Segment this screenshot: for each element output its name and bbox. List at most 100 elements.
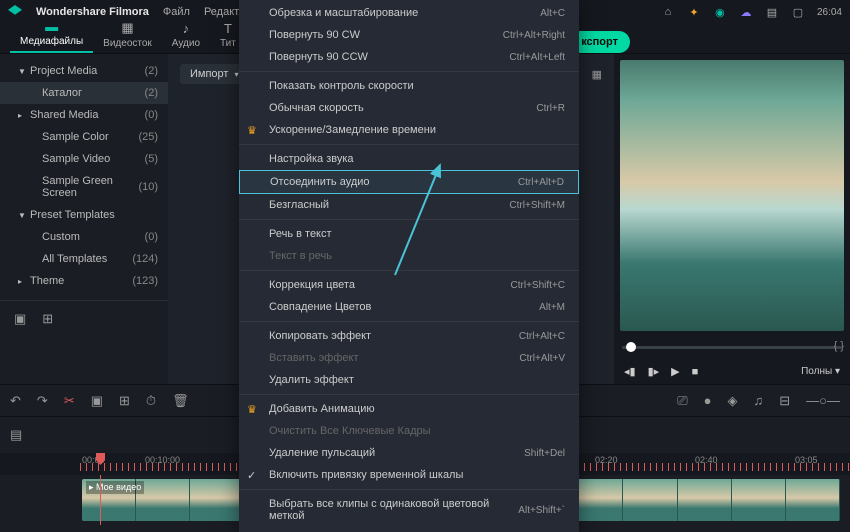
context-menu-item[interactable]: Повернуть 90 CCWCtrl+Alt+Left bbox=[239, 46, 579, 68]
preview-slider[interactable]: { } bbox=[622, 341, 842, 355]
sidebar-item-label: Preset Templates bbox=[30, 209, 158, 221]
context-menu-item[interactable]: Обычная скоростьCtrl+R bbox=[239, 97, 579, 119]
layers-icon[interactable]: ▤ bbox=[10, 427, 22, 443]
sidebar-item[interactable]: ▸Shared Media(0) bbox=[0, 104, 168, 126]
file-icon[interactable]: ▤ bbox=[765, 5, 779, 19]
cut-icon[interactable]: ✂ bbox=[64, 393, 75, 409]
sidebar-item[interactable]: ▸Theme(123) bbox=[0, 270, 168, 292]
context-menu-item[interactable]: Речь в текст bbox=[239, 223, 579, 245]
stop-icon[interactable]: ■ bbox=[692, 366, 699, 378]
menu-item-label: Безгласный bbox=[269, 199, 509, 211]
sidebar-item-label: Project Media bbox=[30, 65, 145, 77]
bulb-icon[interactable]: ✦ bbox=[687, 5, 701, 19]
context-menu-item[interactable]: ✓Включить привязку временной шкалы bbox=[239, 464, 579, 486]
sidebar-item-label: Sample Color bbox=[42, 131, 138, 143]
preview-video[interactable] bbox=[620, 60, 844, 331]
menu-item-label: Обычная скорость bbox=[269, 102, 536, 114]
new-folder-icon[interactable]: ⊞ bbox=[42, 311, 53, 327]
prev-frame-icon[interactable]: ◂▮ bbox=[624, 365, 636, 378]
adjust-icon[interactable]: ⊟ bbox=[779, 393, 790, 409]
context-menu-item: Очистить Все Ключевые Кадры bbox=[239, 420, 579, 442]
menu-item-shortcut: Ctrl+Alt+D bbox=[518, 177, 564, 188]
menu-item-label: Удаление пульсаций bbox=[269, 447, 524, 459]
context-menu-item[interactable]: Удалить эффект bbox=[239, 369, 579, 391]
menu-item-label: Показать контроль скорости bbox=[269, 80, 565, 92]
folder-icon: ▬ bbox=[45, 19, 58, 34]
trash-icon[interactable]: 🗑 bbox=[172, 393, 189, 409]
sidebar-item[interactable]: ▼Preset Templates bbox=[0, 204, 168, 226]
context-menu-item[interactable]: Совпадение ЦветовAlt+M bbox=[239, 296, 579, 318]
menu-item-label: Вставить эффект bbox=[269, 352, 519, 364]
disclosure-icon: ▼ bbox=[18, 67, 26, 76]
sidebar-item-count: (0) bbox=[145, 231, 158, 243]
sidebar-item[interactable]: Каталог(2) bbox=[0, 82, 168, 104]
grid-icon[interactable]: ⊞ bbox=[119, 393, 130, 409]
undo-icon[interactable]: ↶ bbox=[10, 393, 21, 409]
tab-audio[interactable]: ♪ Аудио bbox=[162, 19, 210, 53]
playhead[interactable] bbox=[100, 475, 101, 525]
context-menu-item[interactable]: ♛ Добавить Анимацию bbox=[239, 398, 579, 420]
sidebar-item-label: Каталог bbox=[42, 87, 145, 99]
sidebar-item[interactable]: Sample Green Screen(10) bbox=[0, 170, 168, 204]
tab-videostock[interactable]: ▦ Видеосток bbox=[93, 18, 162, 53]
context-menu-item[interactable]: Коррекция цветаCtrl+Shift+C bbox=[239, 274, 579, 296]
play-icon[interactable]: ▶ bbox=[671, 365, 679, 378]
ruler-tick: 02:20 bbox=[595, 455, 618, 465]
context-menu-item[interactable]: Отсоединить аудиоCtrl+Alt+D bbox=[239, 170, 579, 194]
context-menu-item[interactable]: Настройка звука bbox=[239, 148, 579, 170]
speed-icon[interactable]: ⏱ bbox=[146, 393, 156, 409]
zoom-slider[interactable]: —○— bbox=[806, 393, 840, 408]
grid-icon[interactable]: ▦ bbox=[592, 68, 602, 81]
mixer-icon[interactable]: ⎚ bbox=[677, 393, 687, 409]
preview-quality-dropdown[interactable]: Полны ▾ bbox=[801, 366, 840, 377]
sidebar-item[interactable]: ▼ Project Media(2) bbox=[0, 60, 168, 82]
step-back-icon[interactable]: ▮▸ bbox=[648, 365, 660, 378]
music-icon: ♪ bbox=[183, 21, 190, 36]
menu-item-shortcut: Alt+M bbox=[539, 302, 565, 313]
menu-file[interactable]: Файл bbox=[163, 6, 190, 18]
redo-icon[interactable]: ↷ bbox=[37, 393, 48, 409]
context-menu-item[interactable]: Обрезка и масштабированиеAlt+C bbox=[239, 2, 579, 24]
monitor-icon[interactable]: ▢ bbox=[791, 5, 805, 19]
sidebar-item-label: Shared Media bbox=[30, 109, 145, 121]
film-icon: ▦ bbox=[121, 20, 133, 36]
context-menu-item[interactable]: Показать контроль скорости bbox=[239, 75, 579, 97]
sidebar: ▼ Project Media(2) Каталог(2)▸Shared Media… bbox=[0, 54, 168, 384]
menu-item-label: Добавить Анимацию bbox=[269, 403, 565, 415]
context-menu-item[interactable]: Копировать эффектCtrl+Alt+C bbox=[239, 325, 579, 347]
menu-item-label: Ускорение/Замедление времени bbox=[269, 124, 565, 136]
crown-icon: ♛ bbox=[247, 124, 257, 137]
sidebar-item-label: Sample Video bbox=[42, 153, 145, 165]
menu-item-shortcut: Ctrl+R bbox=[536, 103, 565, 114]
cloud-icon[interactable]: ☁ bbox=[739, 5, 753, 19]
context-menu-item[interactable]: Удаление пульсацийShift+Del bbox=[239, 442, 579, 464]
crown-icon: ♛ bbox=[247, 403, 257, 416]
menu-item-label: Речь в текст bbox=[269, 228, 565, 240]
context-menu-item[interactable]: Повернуть 90 CWCtrl+Alt+Right bbox=[239, 24, 579, 46]
headphones-icon[interactable]: ◉ bbox=[713, 5, 727, 19]
mic-icon[interactable]: ● bbox=[704, 393, 712, 408]
bin-icon[interactable]: ▣ bbox=[14, 311, 26, 327]
context-menu-item: Текст в речь bbox=[239, 245, 579, 267]
context-menu-item: Вставить эффектCtrl+Alt+V bbox=[239, 347, 579, 369]
crop-icon[interactable]: ▣ bbox=[91, 393, 103, 409]
sidebar-item-count: (2) bbox=[145, 65, 158, 77]
context-menu-item[interactable]: БезгласныйCtrl+Shift+M bbox=[239, 194, 579, 216]
ruler-tick: 02:40 bbox=[695, 455, 718, 465]
sidebar-item[interactable]: Custom(0) bbox=[0, 226, 168, 248]
sidebar-item[interactable]: All Templates(124) bbox=[0, 248, 168, 270]
context-menu-item[interactable]: Выбрать все клипы с одинаковой цветовой … bbox=[239, 493, 579, 527]
sidebar-item[interactable]: Sample Video(5) bbox=[0, 148, 168, 170]
context-menu-item[interactable]: ♛ Ускорение/Замедление времени bbox=[239, 119, 579, 141]
sidebar-item-count: (25) bbox=[138, 131, 158, 143]
sound-icon[interactable]: ♫ bbox=[753, 393, 763, 408]
tab-media-label: Медиафайлы bbox=[20, 36, 83, 47]
menu-item-label: Включить привязку временной шкалы bbox=[269, 469, 565, 481]
marker-icon[interactable]: ◈ bbox=[727, 393, 737, 409]
preview-panel: { } ◂▮ ▮▸ ▶ ■ Полны ▾ bbox=[614, 54, 850, 384]
menu-item-label: Коррекция цвета bbox=[269, 279, 511, 291]
home-icon[interactable]: ⌂ bbox=[661, 5, 675, 19]
tab-media[interactable]: ▬ Медиафайлы bbox=[10, 17, 93, 53]
menu-item-shortcut: Shift+Del bbox=[524, 448, 565, 459]
sidebar-item[interactable]: Sample Color(25) bbox=[0, 126, 168, 148]
